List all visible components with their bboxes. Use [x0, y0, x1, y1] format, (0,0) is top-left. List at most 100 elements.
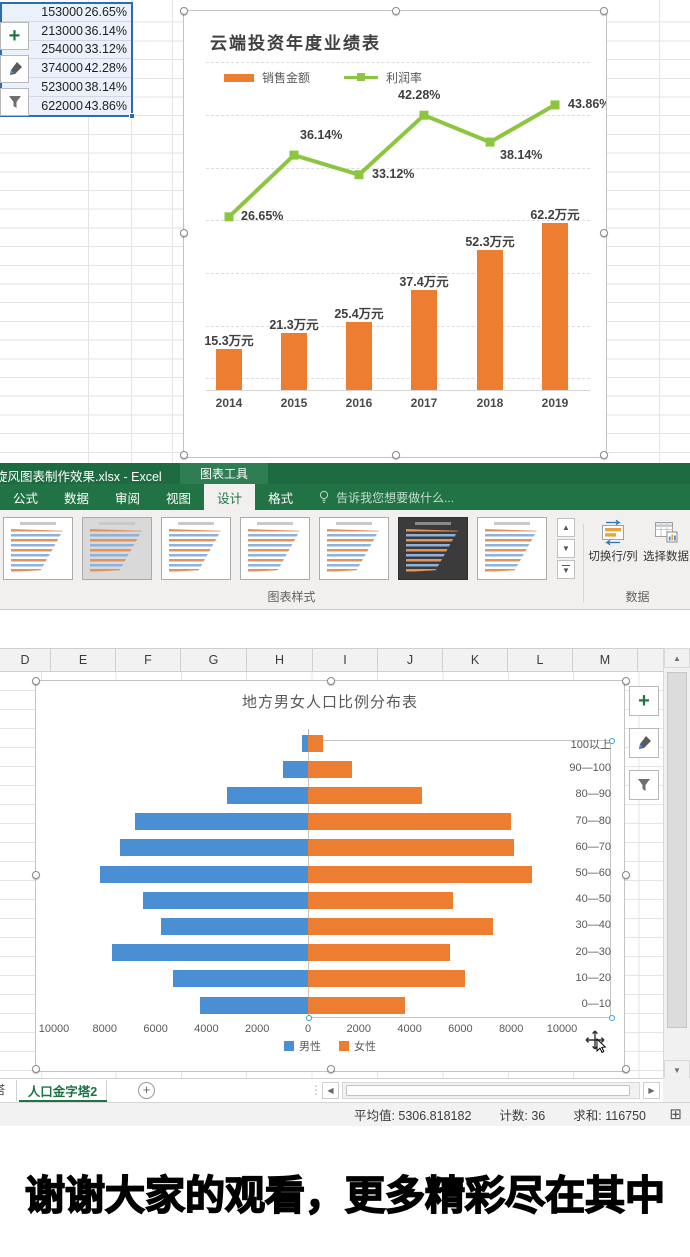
column-header-H[interactable]: H: [247, 649, 313, 671]
ribbon-tab-数据[interactable]: 数据: [51, 484, 102, 510]
line-marker-2019[interactable]: [551, 100, 560, 109]
combo-chart[interactable]: 云端投资年度业绩表 销售金额 利润率 15.3万元201421.3万元20152…: [183, 10, 607, 458]
vertical-scroll-thumb[interactable]: [667, 672, 687, 1028]
male-bar-10—20[interactable]: [173, 970, 308, 987]
female-bar-10—20[interactable]: [308, 970, 465, 987]
contextual-tab-chart-tools[interactable]: 图表工具: [180, 463, 268, 484]
column-header-L[interactable]: L: [508, 649, 573, 671]
line-marker-2017[interactable]: [420, 111, 429, 120]
cell-profit-rate[interactable]: 43.86%: [88, 97, 132, 116]
chart-style-thumbnail-6[interactable]: [398, 517, 468, 580]
male-bar-20—30[interactable]: [112, 944, 308, 961]
chart-elements-button[interactable]: +: [0, 22, 29, 50]
resize-handle[interactable]: [600, 7, 608, 15]
vertical-scrollbar[interactable]: ▲ ▼: [663, 648, 690, 1082]
line-marker-2014[interactable]: [225, 212, 234, 221]
sheet-tab-active[interactable]: 人口金字塔2: [19, 1080, 107, 1101]
ribbon-tab-格式[interactable]: 格式: [255, 484, 306, 510]
selection-handle[interactable]: [306, 1015, 312, 1021]
male-bar-70—80[interactable]: [135, 813, 308, 830]
scroll-down-button[interactable]: ▼: [664, 1060, 690, 1080]
chart-style-thumbnail-3[interactable]: [161, 517, 231, 580]
column-header-K[interactable]: K: [443, 649, 508, 671]
resize-handle[interactable]: [180, 229, 188, 237]
cell-profit-rate[interactable]: 42.28%: [88, 59, 132, 78]
select-data-button[interactable]: 选择数据: [638, 515, 690, 585]
normal-view-icon[interactable]: ⊞: [669, 1105, 682, 1123]
male-bar-90—100[interactable]: [283, 761, 308, 778]
male-bar-40—50[interactable]: [143, 892, 308, 909]
legend-item-女性[interactable]: 女性: [339, 1038, 376, 1054]
gallery-scroll-up[interactable]: ▲: [557, 518, 575, 537]
chart-style-button[interactable]: [0, 55, 29, 83]
chart-style-thumbnail-7[interactable]: [477, 517, 547, 580]
cell-profit-rate[interactable]: 33.12%: [88, 41, 132, 60]
ribbon-tab-视图[interactable]: 视图: [153, 484, 204, 510]
column-header-G[interactable]: G: [181, 649, 247, 671]
column-header-F[interactable]: F: [116, 649, 181, 671]
profit-rate-line[interactable]: [184, 11, 606, 457]
chart-style-thumbnail-5[interactable]: [319, 517, 389, 580]
line-marker-2016[interactable]: [355, 170, 364, 179]
legend-item-男性[interactable]: 男性: [284, 1038, 321, 1054]
female-bar-40—50[interactable]: [308, 892, 453, 909]
resize-handle[interactable]: [622, 1065, 630, 1073]
resize-handle[interactable]: [600, 451, 608, 459]
female-bar-70—80[interactable]: [308, 813, 511, 830]
gallery-scroll-down[interactable]: ▼: [557, 539, 575, 558]
cell-sales-value[interactable]: 153000: [0, 3, 88, 22]
male-bar-30—40[interactable]: [161, 918, 308, 935]
horizontal-scrollbar[interactable]: [342, 1082, 640, 1099]
resize-handle[interactable]: [392, 7, 400, 15]
male-bar-0—10[interactable]: [200, 997, 308, 1014]
resize-handle[interactable]: [32, 1065, 40, 1073]
male-bar-50—60[interactable]: [100, 866, 308, 883]
hscroll-left-button[interactable]: ◀: [322, 1082, 339, 1099]
female-bar-100以上[interactable]: [308, 735, 323, 752]
cell-profit-rate[interactable]: 36.14%: [88, 22, 132, 41]
cell-profit-rate[interactable]: 26.65%: [88, 3, 132, 22]
cell-profit-rate[interactable]: 38.14%: [88, 78, 132, 97]
female-bar-20—30[interactable]: [308, 944, 450, 961]
resize-handle[interactable]: [32, 871, 40, 879]
female-bar-50—60[interactable]: [308, 866, 532, 883]
male-bar-80—90[interactable]: [227, 787, 308, 804]
ribbon-tab-公式[interactable]: 公式: [0, 484, 51, 510]
chart-style-thumbnail-4[interactable]: [240, 517, 310, 580]
new-sheet-button[interactable]: +: [138, 1082, 155, 1099]
column-header-D[interactable]: D: [0, 649, 51, 671]
resize-handle[interactable]: [622, 677, 630, 685]
resize-handle[interactable]: [327, 677, 335, 685]
ribbon-tab-审阅[interactable]: 审阅: [102, 484, 153, 510]
resize-handle[interactable]: [180, 7, 188, 15]
chart-style-button[interactable]: [629, 728, 659, 758]
female-bar-30—40[interactable]: [308, 918, 493, 935]
line-marker-2015[interactable]: [290, 151, 299, 160]
resize-handle[interactable]: [392, 451, 400, 459]
chart-style-thumbnail-1[interactable]: [3, 517, 73, 580]
sheet-tab-partial[interactable]: 塔: [0, 1080, 17, 1101]
column-header-I[interactable]: I: [313, 649, 378, 671]
chart-filter-button[interactable]: [0, 88, 29, 116]
column-header-J[interactable]: J: [378, 649, 443, 671]
resize-handle[interactable]: [327, 1065, 335, 1073]
gallery-more-button[interactable]: ▼: [557, 560, 575, 579]
resize-handle[interactable]: [32, 677, 40, 685]
female-bar-80—90[interactable]: [308, 787, 422, 804]
male-bar-60—70[interactable]: [120, 839, 308, 856]
resize-handle[interactable]: [180, 451, 188, 459]
hscroll-right-button[interactable]: ▶: [643, 1082, 660, 1099]
scroll-up-button[interactable]: ▲: [664, 648, 690, 668]
resize-handle[interactable]: [622, 871, 630, 879]
switch-row-column-button[interactable]: 切换行/列: [585, 515, 641, 585]
female-bar-0—10[interactable]: [308, 997, 405, 1014]
female-bar-90—100[interactable]: [308, 761, 352, 778]
line-marker-2018[interactable]: [486, 138, 495, 147]
horizontal-scroll-thumb[interactable]: [346, 1085, 630, 1096]
selection-handle[interactable]: [609, 1015, 615, 1021]
column-header-partial[interactable]: [638, 649, 663, 671]
chart-elements-button[interactable]: +: [629, 686, 659, 716]
column-header-E[interactable]: E: [51, 649, 116, 671]
chart-filter-button[interactable]: [629, 770, 659, 800]
column-header-M[interactable]: M: [573, 649, 638, 671]
